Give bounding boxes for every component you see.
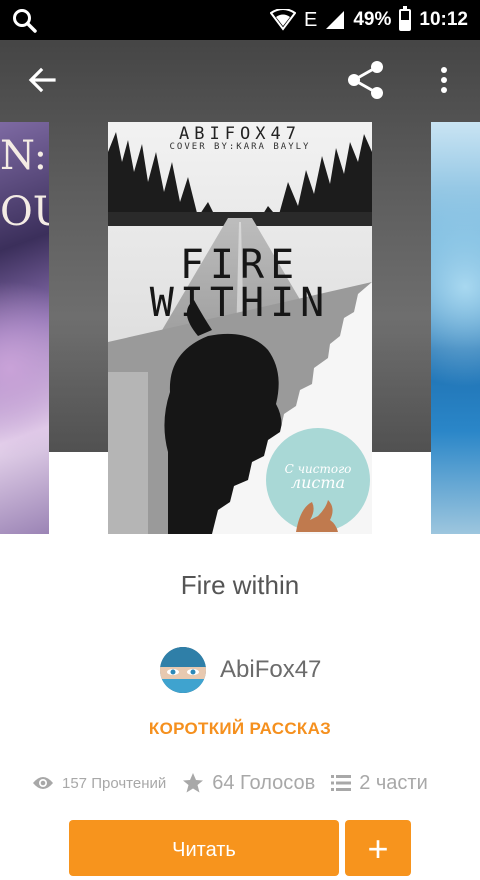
back-button[interactable] xyxy=(20,58,64,102)
arrow-back-icon xyxy=(28,67,56,93)
signal-icon xyxy=(326,11,345,29)
story-category[interactable]: КОРОТКИЙ РАССКАЗ xyxy=(0,719,480,739)
author-name: AbiFox47 xyxy=(220,656,322,683)
clock: 10:12 xyxy=(419,9,468,30)
cover-credit-text: COVER BY:KARA BAYLY xyxy=(169,142,311,152)
add-to-library-button[interactable]: + xyxy=(345,820,411,876)
hands-icon xyxy=(296,500,338,532)
cover-badge: С чистого листа xyxy=(266,428,370,532)
star-icon xyxy=(183,773,204,793)
next-story-cover[interactable] xyxy=(431,122,480,534)
share-icon xyxy=(348,61,383,99)
more-vert-icon xyxy=(441,67,447,93)
previous-story-cover[interactable]: N:OU xyxy=(0,122,49,534)
reads-stat: 157 Прочтений xyxy=(32,775,166,792)
cover-author-text: ABIFOX47 xyxy=(179,124,301,144)
status-bar: E 49% 10:12 xyxy=(0,0,480,40)
previous-cover-art: N:OU xyxy=(0,133,49,235)
reads-count: 157 Прочтений xyxy=(62,774,167,792)
story-stats: 157 Прочтений 64 Голосов 2 части xyxy=(32,766,444,800)
more-options-button[interactable] xyxy=(422,58,466,102)
battery-icon xyxy=(399,6,412,31)
battery-percent: 49% xyxy=(353,9,392,30)
share-button[interactable] xyxy=(344,58,388,102)
story-title: Fire within xyxy=(180,570,300,600)
network-type: E xyxy=(304,8,318,31)
story-cover[interactable]: ABIFOX47 COVER BY:KARA BAYLY FIRE WITHIN… xyxy=(108,122,372,534)
read-button[interactable]: Читать xyxy=(69,820,339,876)
parts-stat: 2 части xyxy=(331,772,428,795)
cover-title-line1: FIRE xyxy=(179,242,301,288)
cover-title-line2: WITHIN xyxy=(149,280,331,326)
eye-icon xyxy=(33,777,53,789)
wifi-icon xyxy=(270,9,297,31)
parts-count: 2 части xyxy=(359,771,428,794)
votes-stat: 64 Голосов xyxy=(182,772,315,795)
toolbar xyxy=(0,40,480,120)
votes-count: 64 Голосов xyxy=(212,771,316,794)
avatar-image xyxy=(160,647,206,693)
search-icon[interactable] xyxy=(12,8,38,34)
author-link[interactable]: AbiFox47 xyxy=(160,646,321,694)
cover-title: FIRE WITHIN xyxy=(130,242,350,326)
list-icon xyxy=(331,775,352,791)
avatar xyxy=(160,647,206,693)
